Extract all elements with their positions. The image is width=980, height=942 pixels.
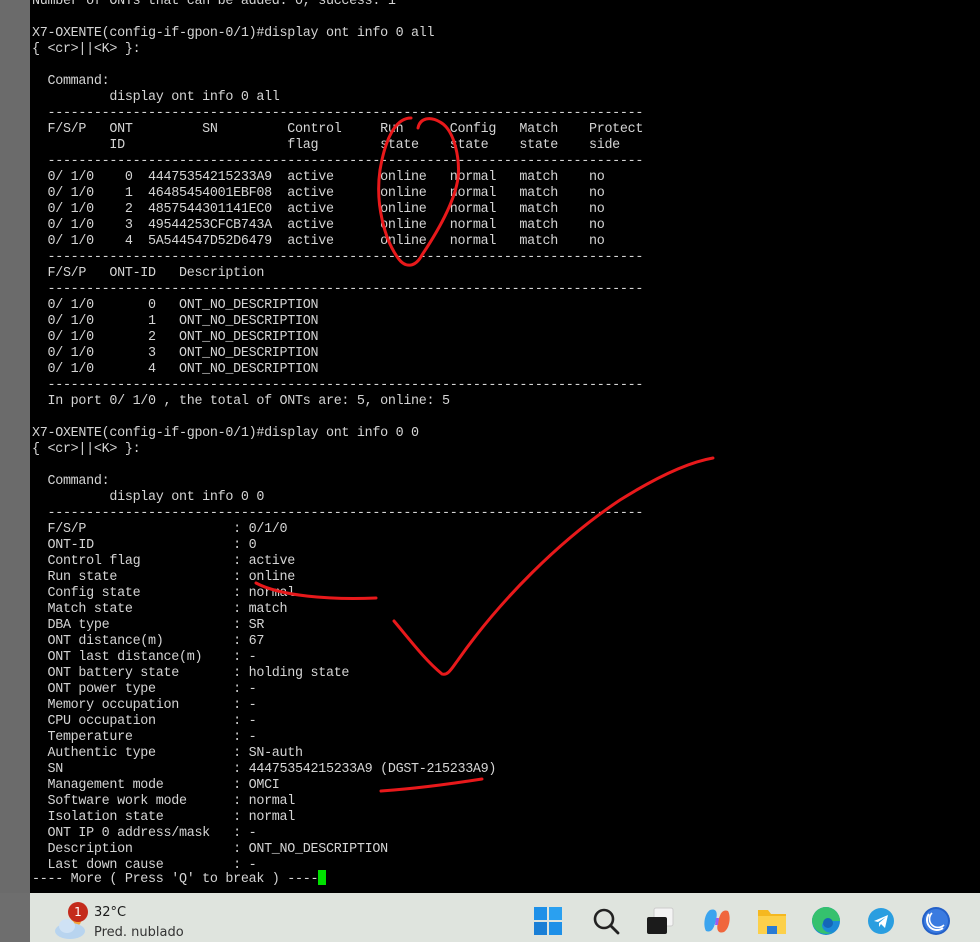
terminal-line: 0/ 1/0 1 46485454001EBF08 active online …: [32, 186, 605, 201]
terminal-line: In port 0/ 1/0 , the total of ONTs are: …: [32, 394, 450, 409]
task-view-icon: [647, 907, 674, 934]
search-button[interactable]: [590, 905, 622, 937]
terminal-line: X7-OXENTE(config-if-gpon-0/1)#display on…: [32, 426, 419, 441]
terminal-line: ----------------------------------------…: [32, 106, 644, 121]
terminal-line: Software work mode : normal: [32, 794, 296, 809]
terminal-line: 0/ 1/0 0 ONT_NO_DESCRIPTION: [32, 298, 319, 313]
terminal-line: Command:: [32, 74, 110, 89]
terminal-line: Control flag : active: [32, 554, 296, 569]
terminal-line: ONT last distance(m) : -: [32, 650, 257, 665]
terminal-line: ONT-ID : 0: [32, 538, 257, 553]
terminal-line: ----------------------------------------…: [32, 506, 644, 521]
copilot-button[interactable]: [701, 905, 733, 937]
weather-condition: Pred. nublado: [94, 925, 184, 940]
terminal-line: 0/ 1/0 3 ONT_NO_DESCRIPTION: [32, 346, 319, 361]
windows-icon: [534, 907, 562, 935]
notification-badge: 1: [68, 902, 88, 922]
terminal-line: Memory occupation : -: [32, 698, 257, 713]
taskbar: 1 32°C Pred. nublado: [30, 893, 980, 942]
terminal-line: ----------------------------------------…: [32, 154, 644, 169]
terminal-line: ----------------------------------------…: [32, 282, 644, 297]
terminal-cursor: [318, 870, 327, 885]
terminal-line: F/S/P ONT-ID Description: [32, 266, 265, 281]
more-prompt-text: ---- More ( Press 'Q' to break ) ----: [32, 872, 319, 887]
terminal-line: ONT battery state : holding state: [32, 666, 350, 681]
terminal-line: F/S/P ONT SN Control Run Config Match Pr…: [32, 122, 644, 137]
telegram-icon: [868, 908, 894, 934]
telegram-button[interactable]: [865, 905, 897, 937]
terminal-line: display ont info 0 all: [32, 90, 280, 105]
terminal-line: 0/ 1/0 3 49544253CFCB743A active online …: [32, 218, 605, 233]
terminal-window[interactable]: Number of ONTs that can be added: 0, suc…: [30, 0, 980, 893]
terminal-line: 0/ 1/0 0 44475354215233A9 active online …: [32, 170, 605, 185]
copilot-icon: [704, 909, 730, 933]
terminal-line: Config state : normal: [32, 586, 296, 601]
desktop-edge: [0, 0, 30, 893]
terminal-line: Run state : online: [32, 570, 296, 585]
winbox-icon: [922, 907, 950, 935]
terminal-line: Authentic type : SN-auth: [32, 746, 303, 761]
folder-icon: [758, 910, 786, 934]
terminal-line: { <cr>||<K> }:: [32, 442, 141, 457]
terminal-line: CPU occupation : -: [32, 714, 257, 729]
terminal-line: DBA type : SR: [32, 618, 265, 633]
winbox-button[interactable]: [920, 905, 952, 937]
terminal-line: ONT IP 0 address/mask : -: [32, 826, 257, 841]
terminal-line: Isolation state : normal: [32, 810, 296, 825]
edge-icon: [812, 907, 840, 935]
terminal-line: 0/ 1/0 1 ONT_NO_DESCRIPTION: [32, 314, 319, 329]
weather-widget[interactable]: 1 32°C Pred. nublado: [54, 901, 234, 941]
terminal-line: display ont info 0 0: [32, 490, 265, 505]
terminal-line: Management mode : OMCI: [32, 778, 280, 793]
weather-temperature: 32°C: [94, 905, 127, 920]
terminal-line: Number of ONTs that can be added: 0, suc…: [32, 0, 396, 9]
terminal-line: X7-OXENTE(config-if-gpon-0/1)#display on…: [32, 26, 435, 41]
terminal-line: 0/ 1/0 2 4857544301141EC0 active online …: [32, 202, 605, 217]
terminal-line: F/S/P : 0/1/0: [32, 522, 288, 537]
terminal-line: ONT distance(m) : 67: [32, 634, 265, 649]
terminal-line: ----------------------------------------…: [32, 378, 644, 393]
terminal-line: SN : 44475354215233A9 (DGST-215233A9): [32, 762, 497, 777]
edge-button[interactable]: [810, 905, 842, 937]
terminal-line: Match state : match: [32, 602, 288, 617]
terminal-line: Description : ONT_NO_DESCRIPTION: [32, 842, 388, 857]
terminal-line: ----------------------------------------…: [32, 250, 644, 265]
start-button[interactable]: [532, 905, 564, 937]
file-explorer-button[interactable]: [756, 905, 788, 937]
terminal-line: Temperature : -: [32, 730, 257, 745]
terminal-line: { <cr>||<K> }:: [32, 42, 141, 57]
terminal-line: ID flag state state state side: [32, 138, 620, 153]
terminal-line: ONT power type : -: [32, 682, 257, 697]
task-view-button[interactable]: [644, 905, 676, 937]
terminal-line: 0/ 1/0 2 ONT_NO_DESCRIPTION: [32, 330, 319, 345]
terminal-line: 0/ 1/0 4 5A544547D52D6479 active online …: [32, 234, 605, 249]
search-icon: [593, 908, 620, 935]
terminal-line: 0/ 1/0 4 ONT_NO_DESCRIPTION: [32, 362, 319, 377]
terminal-line: Command:: [32, 474, 110, 489]
more-prompt: ---- More ( Press 'Q' to break ) ----: [32, 870, 327, 887]
